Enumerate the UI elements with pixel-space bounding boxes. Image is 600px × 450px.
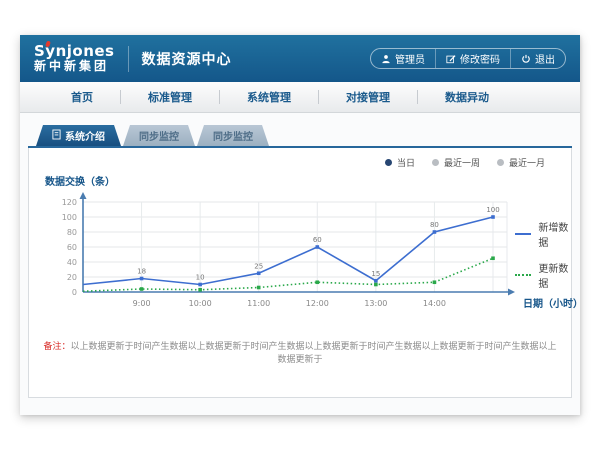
admin-user-label: 管理员 (395, 51, 425, 66)
legend-line-swatch (515, 274, 531, 276)
svg-text:13:00: 13:00 (364, 299, 387, 308)
nav-item-system-mgmt[interactable]: 系统管理 (220, 89, 318, 105)
legend-line-swatch (515, 233, 531, 235)
power-icon (521, 54, 531, 64)
tab-sync-monitor-1-label: 同步监控 (139, 128, 179, 143)
tab-system-intro-label: 系统介绍 (65, 128, 105, 143)
x-axis-title: 日期（小时） (523, 295, 583, 310)
logo-company-text: 新中新集团 (34, 60, 115, 73)
svg-text:12:00: 12:00 (306, 299, 329, 308)
svg-text:25: 25 (254, 262, 263, 270)
svg-text:100: 100 (486, 206, 499, 214)
nav-item-interface-mgmt[interactable]: 对接管理 (319, 89, 417, 105)
change-password-label: 修改密码 (460, 51, 500, 66)
footnote: 备注：以上数据更新于时间产生数据以上数据更新于时间产生数据以上数据更新于时间产生… (29, 341, 571, 366)
radio-last-week-label: 最近一周 (444, 156, 480, 169)
radio-last-month[interactable]: 最近一月 (497, 156, 545, 169)
nav-item-home[interactable]: 首页 (44, 89, 120, 105)
svg-text:15: 15 (371, 270, 380, 278)
svg-text:10:00: 10:00 (189, 299, 212, 308)
svg-text:60: 60 (313, 236, 322, 244)
svg-text:18: 18 (137, 268, 146, 276)
svg-text:20: 20 (67, 273, 77, 282)
radio-dot-icon (385, 159, 392, 166)
main-nav: 首页 标准管理 系统管理 对接管理 数据异动 (20, 82, 580, 113)
app-window: Synjones 新中新集团 数据资源中心 管理员 修改密码 (20, 35, 580, 415)
svg-text:9:00: 9:00 (133, 299, 151, 308)
legend-update-data-label: 更新数据 (538, 260, 571, 290)
svg-text:0: 0 (72, 288, 77, 297)
admin-user-button[interactable]: 管理员 (371, 49, 436, 68)
svg-text:14:00: 14:00 (423, 299, 446, 308)
svg-text:10: 10 (196, 274, 205, 282)
svg-text:40: 40 (67, 258, 77, 267)
plot-container: 数据交换（条） 0 20 40 60 80 100 120 9:00 10:00 11:00 12:… (41, 171, 515, 327)
line-chart-svg: 0 20 40 60 80 100 120 9:00 10:00 11:00 12:00 13:00 1… (41, 189, 515, 323)
radio-last-week[interactable]: 最近一周 (432, 156, 480, 169)
legend-update-data[interactable]: 更新数据 (515, 260, 571, 290)
chart-area: 数据交换（条） 0 20 40 60 80 100 120 9:00 10:00 11:00 12:… (29, 171, 571, 327)
page-title: 数据资源中心 (142, 49, 232, 69)
radio-today-label: 当日 (397, 156, 415, 169)
radio-dot-icon (432, 159, 439, 166)
svg-text:60: 60 (67, 243, 77, 252)
radio-dot-icon (497, 159, 504, 166)
user-actions-group: 管理员 修改密码 退出 (370, 48, 566, 69)
logout-button[interactable]: 退出 (511, 49, 565, 68)
footnote-text: 以上数据更新于时间产生数据以上数据更新于时间产生数据以上数据更新于时间产生数据以… (71, 342, 557, 365)
tab-sync-monitor-2[interactable]: 同步监控 (197, 125, 269, 146)
app-header: Synjones 新中新集团 数据资源中心 管理员 修改密码 (20, 35, 580, 82)
svg-text:80: 80 (67, 228, 77, 237)
time-filter-group: 当日 最近一周 最近一月 (29, 148, 571, 169)
radio-today[interactable]: 当日 (385, 156, 415, 169)
content-area: 系统介绍 同步监控 同步监控 当日 最近一周 (20, 113, 580, 398)
svg-text:80: 80 (430, 221, 439, 229)
legend-new-data-label: 新增数据 (538, 219, 571, 249)
svg-text:120: 120 (62, 198, 77, 207)
svg-text:11:00: 11:00 (247, 299, 270, 308)
logout-label: 退出 (535, 51, 555, 66)
nav-item-standard-mgmt[interactable]: 标准管理 (121, 89, 219, 105)
header-divider (128, 46, 129, 72)
tab-system-intro[interactable]: 系统介绍 (36, 125, 121, 146)
svg-text:100: 100 (62, 213, 77, 222)
footnote-label: 备注： (43, 342, 70, 352)
user-icon (381, 54, 391, 64)
chart-panel: 当日 最近一周 最近一月 数据交换（条） 0 20 40 60 80 100 120 9:00… (28, 148, 572, 398)
tab-sync-monitor-1[interactable]: 同步监控 (123, 125, 195, 146)
company-logo: Synjones 新中新集团 (34, 44, 115, 72)
legend-new-data[interactable]: 新增数据 (515, 219, 571, 249)
edit-icon (446, 54, 456, 64)
tab-bar: 系统介绍 同步监控 同步监控 (36, 125, 572, 146)
document-icon (52, 129, 61, 143)
radio-last-month-label: 最近一月 (509, 156, 545, 169)
change-password-button[interactable]: 修改密码 (436, 49, 511, 68)
y-axis-title: 数据交换（条） (45, 173, 515, 187)
tab-sync-monitor-2-label: 同步监控 (213, 128, 253, 143)
nav-item-data-change[interactable]: 数据异动 (418, 89, 516, 105)
